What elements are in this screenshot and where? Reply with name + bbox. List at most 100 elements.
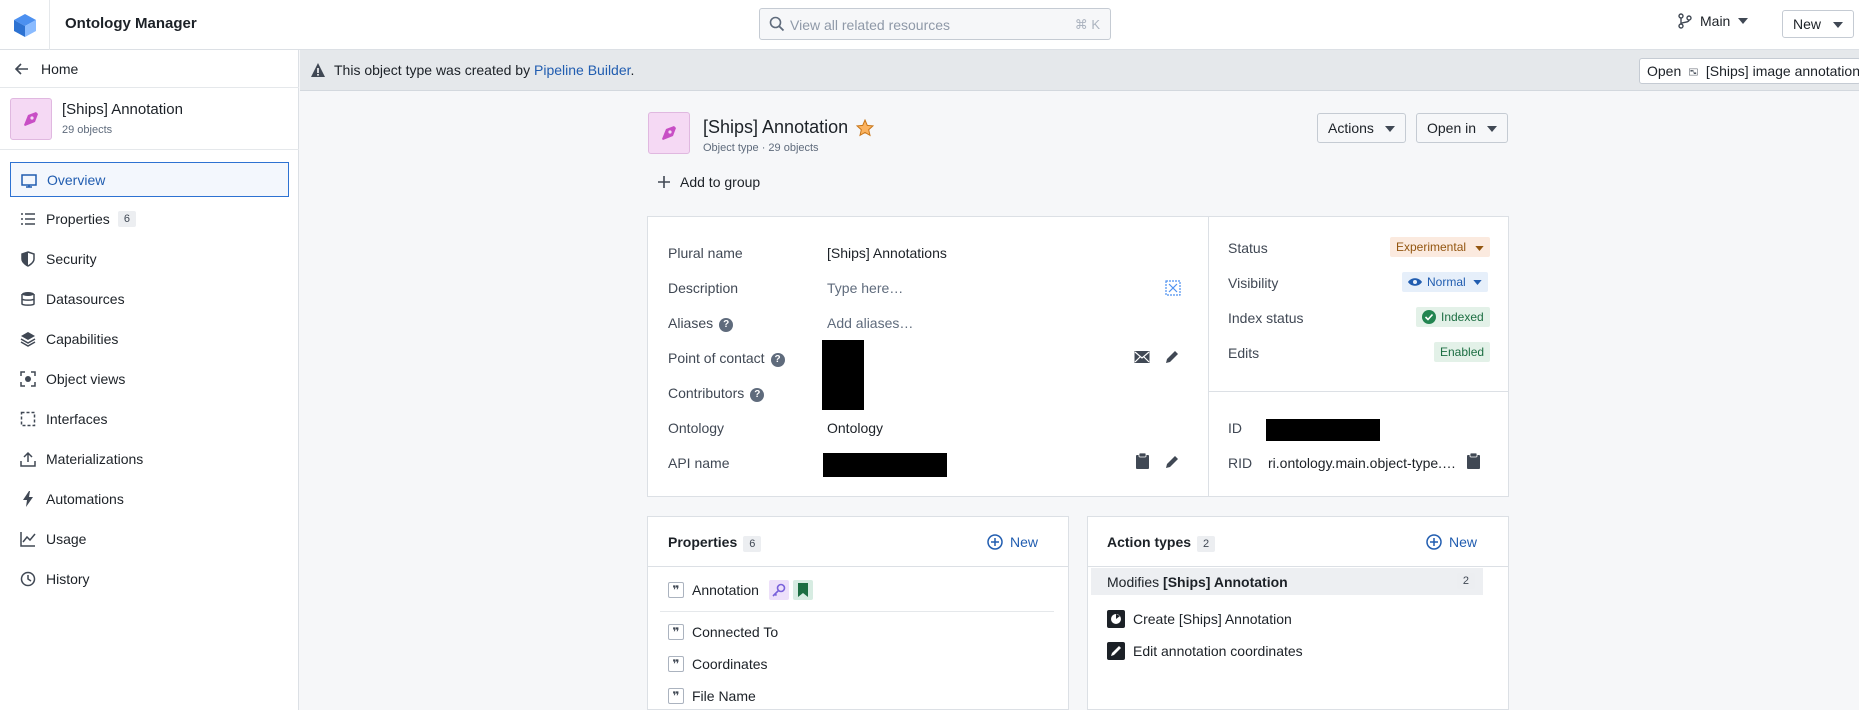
visibility-dropdown[interactable]: Normal (1402, 272, 1488, 292)
add-to-group-button[interactable]: Add to group (658, 174, 760, 190)
open-in-button[interactable]: Open in (1416, 113, 1508, 143)
action-group-count: 2 (1456, 573, 1475, 589)
description-input[interactable]: Type here… (827, 280, 903, 296)
export-icon (20, 451, 36, 467)
sidebar-item-automations[interactable]: Automations (10, 481, 289, 517)
index-status-label: Index status (1228, 310, 1304, 326)
interface-icon (20, 411, 36, 427)
help-icon[interactable]: ? (770, 353, 785, 367)
top-bar: Ontology Manager View all related resour… (0, 0, 1859, 50)
aliases-input[interactable]: Add aliases… (827, 315, 913, 331)
pen-annotation-icon (662, 126, 676, 140)
plural-name-value[interactable]: [Ships] Annotations (827, 245, 947, 261)
pipeline-builder-link[interactable]: Pipeline Builder (534, 62, 631, 78)
search-input[interactable]: View all related resources ⌘ K (759, 8, 1111, 40)
database-icon (21, 292, 35, 306)
property-row[interactable]: ❞ Annotation (668, 580, 813, 600)
list-icon (21, 213, 35, 225)
rid-value: ri.ontology.main.object-type.… (1268, 455, 1457, 471)
status-label: Status (1228, 240, 1268, 256)
caret-down-icon (1487, 126, 1497, 132)
visibility-value: Normal (1427, 275, 1466, 289)
status-dropdown[interactable]: Experimental (1390, 237, 1491, 257)
home-link[interactable]: Home (0, 50, 299, 88)
edit-action-icon (1107, 642, 1125, 660)
clipboard-icon[interactable] (1136, 453, 1149, 469)
edit-icon[interactable] (1165, 454, 1180, 469)
sidebar-item-usage[interactable]: Usage (10, 521, 289, 557)
api-name-label: API name (668, 455, 730, 471)
help-icon[interactable]: ? (719, 318, 734, 332)
sidebar-item-capabilities[interactable]: Capabilities (10, 321, 289, 357)
property-row[interactable]: ❞ Connected To (668, 624, 778, 640)
sidebar-item-datasources[interactable]: Datasources (10, 281, 289, 317)
edits-badge: Enabled (1434, 342, 1491, 362)
action-type-name: Edit annotation coordinates (1133, 643, 1303, 659)
property-row[interactable]: ❞ Coordinates (668, 656, 768, 672)
email-icon[interactable] (1134, 350, 1150, 364)
eye-icon (1408, 278, 1422, 286)
app-logo[interactable] (0, 0, 50, 50)
top-new-button[interactable]: New (1782, 10, 1854, 38)
redacted-api-name (823, 453, 947, 477)
layers-icon (20, 332, 36, 347)
action-group-header[interactable]: Modifies [Ships] Annotation 2 (1091, 568, 1483, 595)
search-shortcut: ⌘ K (1074, 17, 1100, 32)
search-placeholder: View all related resources (790, 17, 951, 33)
action-type-row[interactable]: Edit annotation coordinates (1107, 642, 1303, 660)
search-icon (769, 16, 785, 32)
sidebar-item-materializations[interactable]: Materializations (10, 441, 289, 477)
clipboard-icon[interactable] (1467, 453, 1480, 469)
warning-icon (311, 63, 325, 77)
properties-count: 6 (743, 536, 762, 552)
poc-label: Point of contact (668, 350, 765, 366)
poc-label-row: Point of contact? (668, 350, 785, 367)
object-name: [Ships] Annotation (62, 101, 183, 118)
sidebar-item-overview[interactable]: Overview (10, 162, 289, 197)
new-action-type-label: New (1449, 534, 1478, 550)
sidebar-item-label: Properties (46, 211, 110, 227)
ai-generate-icon[interactable] (1165, 280, 1181, 296)
sidebar-item-object-views[interactable]: Object views (10, 361, 289, 397)
actions-button[interactable]: Actions (1317, 113, 1406, 143)
ontology-value[interactable]: Ontology (827, 420, 883, 436)
branch-selector[interactable]: Main (1678, 13, 1749, 29)
star-icon[interactable] (856, 118, 875, 137)
property-name: Coordinates (692, 656, 768, 672)
page-title: [Ships] Annotation (703, 117, 875, 138)
branch-label: Main (1700, 13, 1731, 29)
open-pipeline-button[interactable]: Open [Ships] image annotation (1639, 58, 1859, 84)
new-action-type-button[interactable]: New (1426, 534, 1477, 550)
object-count: 29 objects (62, 124, 113, 136)
property-name: Connected To (692, 624, 779, 640)
sidebar-item-properties[interactable]: Properties 6 (10, 201, 289, 237)
property-divider (660, 611, 1054, 612)
sidebar-item-label: Security (46, 251, 97, 267)
contributors-label: Contributors (668, 385, 745, 401)
action-group-title: Modifies [Ships] Annotation (1107, 574, 1288, 590)
edit-icon[interactable] (1165, 349, 1180, 364)
add-to-group-label: Add to group (680, 174, 761, 190)
banner-text-after: . (630, 62, 635, 78)
property-row[interactable]: ❞ File Name (668, 688, 756, 704)
history-icon (20, 571, 36, 587)
properties-count-badge: 6 (117, 211, 136, 227)
properties-header-divider (648, 566, 1068, 567)
new-property-button[interactable]: New (987, 534, 1038, 550)
properties-title: Properties 6 (668, 534, 762, 552)
string-type-icon: ❞ (668, 656, 684, 672)
pipeline-icon (1689, 68, 1698, 76)
sidebar-nav: Overview Properties 6 Security Datasourc… (10, 162, 289, 601)
sidebar-item-history[interactable]: History (10, 561, 289, 597)
chart-icon (20, 532, 36, 547)
banner-text: This object type was created by Pipeline… (334, 62, 634, 78)
plus-icon (658, 176, 670, 188)
redacted-contacts (822, 340, 864, 410)
visibility-label: Visibility (1228, 275, 1279, 291)
sidebar-item-interfaces[interactable]: Interfaces (10, 401, 289, 437)
details-divider (1208, 216, 1209, 497)
sidebar-item-security[interactable]: Security (10, 241, 289, 277)
action-type-row[interactable]: Create [Ships] Annotation (1107, 610, 1292, 628)
help-icon[interactable]: ? (750, 388, 765, 402)
index-status-value: Indexed (1441, 310, 1484, 324)
